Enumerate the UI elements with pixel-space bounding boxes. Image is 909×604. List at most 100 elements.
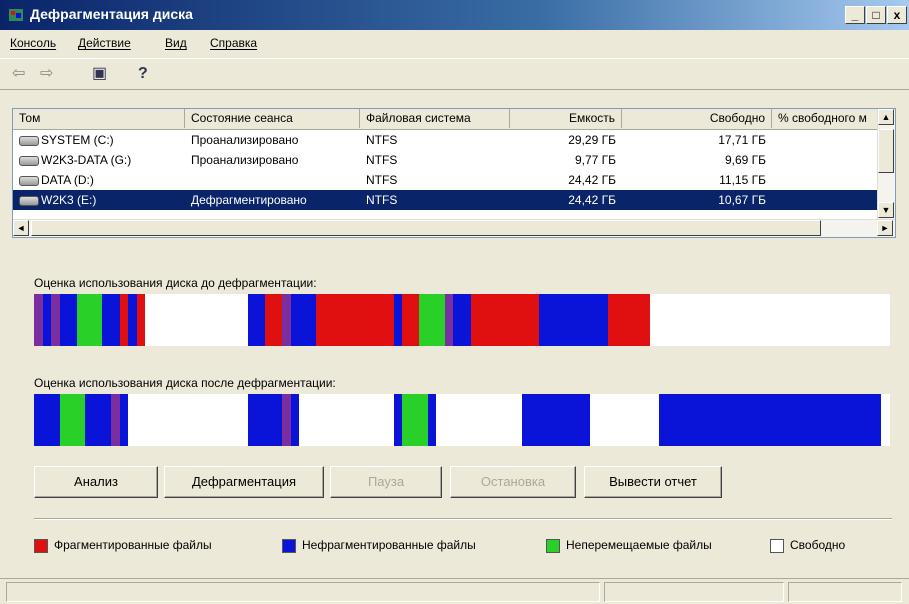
col-free-percent[interactable]: % свободного м xyxy=(772,109,883,128)
hscroll-thumb[interactable] xyxy=(31,220,821,236)
cluster-segment-fragmented xyxy=(402,294,420,346)
scroll-right-icon[interactable]: ► xyxy=(877,220,893,236)
legend-contiguous-label: Нефрагментированные файлы xyxy=(302,538,476,552)
cluster-segment-contiguous xyxy=(539,294,608,346)
view-report-button[interactable]: Вывести отчет xyxy=(584,466,722,498)
volume-list[interactable]: Том Состояние сеанса Файловая система Ем… xyxy=(12,108,896,238)
window-title: Дефрагментация диска xyxy=(30,6,193,22)
status-pane-2 xyxy=(604,582,784,602)
unmovable-swatch xyxy=(546,538,560,553)
free-swatch xyxy=(770,538,784,553)
disk-icon xyxy=(19,175,39,186)
col-state[interactable]: Состояние сеанса xyxy=(185,109,360,128)
volume-capacity: 24,42 ГБ xyxy=(568,173,616,187)
cluster-segment-system xyxy=(111,394,120,446)
cluster-segment-contiguous xyxy=(248,294,266,346)
col-free[interactable]: Свободно xyxy=(622,109,772,128)
legend-unmovable: Неперемещаемые файлы xyxy=(546,538,712,553)
volume-capacity: 24,42 ГБ xyxy=(568,193,616,207)
fragmented-swatch xyxy=(34,538,48,553)
volume-list-header: Том Состояние сеанса Файловая система Ем… xyxy=(13,109,883,130)
cluster-segment-contiguous xyxy=(521,394,591,446)
volume-fs: NTFS xyxy=(366,133,398,147)
defragment-button[interactable]: Дефрагментация xyxy=(164,466,324,498)
divider xyxy=(34,518,892,520)
scroll-down-icon[interactable]: ▼ xyxy=(878,202,894,218)
vertical-scrollbar[interactable]: ▲ ▼ xyxy=(877,109,895,219)
after-label: Оценка использования диска после дефрагм… xyxy=(34,376,336,390)
cluster-segment-fragmented xyxy=(470,294,540,346)
forward-arrow-icon[interactable]: ⇨ xyxy=(40,63,53,85)
menu-action[interactable]: Действие xyxy=(78,36,131,50)
legend-fragmented: Фрагментированные файлы xyxy=(34,538,212,553)
back-arrow-icon[interactable]: ⇦ xyxy=(12,63,25,85)
volume-capacity: 29,29 ГБ xyxy=(568,133,616,147)
scroll-up-icon[interactable]: ▲ xyxy=(878,109,894,125)
cluster-segment-contiguous xyxy=(119,394,129,446)
cluster-segment-contiguous xyxy=(658,394,882,446)
cluster-segment-contiguous xyxy=(85,394,112,446)
cluster-segment-system xyxy=(282,294,291,346)
volume-name: SYSTEM (C:) xyxy=(41,133,114,147)
menu-bar: Консоль Действие Вид Справка xyxy=(0,32,909,54)
col-filesystem[interactable]: Файловая система xyxy=(360,109,510,128)
volume-fs: NTFS xyxy=(366,193,398,207)
before-analysis-display xyxy=(34,294,890,346)
menu-console[interactable]: Консоль xyxy=(10,36,56,50)
scroll-left-icon[interactable]: ◄ xyxy=(13,220,29,236)
show-hide-tree-icon[interactable]: ▣ xyxy=(92,63,107,85)
contiguous-swatch xyxy=(282,538,296,553)
volume-free: 9,69 ГБ xyxy=(724,153,766,167)
volume-row-d[interactable]: DATA (D:) NTFS 24,42 ГБ 11,15 ГБ xyxy=(13,170,883,190)
col-volume[interactable]: Том xyxy=(13,109,185,128)
minimize-button[interactable]: _ xyxy=(845,6,865,24)
cluster-segment-contiguous xyxy=(393,294,403,346)
volume-fs: NTFS xyxy=(366,153,398,167)
cluster-segment-unmovable xyxy=(402,394,428,446)
volume-name: DATA (D:) xyxy=(41,173,94,187)
disk-icon xyxy=(19,195,39,206)
toolbar: ⇦ ⇨ ▣ ? xyxy=(0,58,909,90)
cluster-segment-system xyxy=(282,394,291,446)
cluster-segment-unmovable xyxy=(419,294,445,346)
legend-unmovable-label: Неперемещаемые файлы xyxy=(566,538,712,552)
help-icon[interactable]: ? xyxy=(138,63,148,85)
disk-icon xyxy=(19,155,39,166)
cluster-segment-unmovable xyxy=(59,394,86,446)
cluster-segment-fragmented xyxy=(316,294,394,346)
defrag-app-icon xyxy=(9,9,23,21)
cluster-segment-fragmented xyxy=(136,294,146,346)
volume-fs: NTFS xyxy=(366,173,398,187)
volume-row-c[interactable]: SYSTEM (C:) Проанализировано NTFS 29,29 … xyxy=(13,130,883,150)
after-analysis-display xyxy=(34,394,890,446)
title-bar[interactable]: Дефрагментация диска _ □ x xyxy=(0,0,909,30)
volume-free: 10,67 ГБ xyxy=(718,193,766,207)
cluster-segment-contiguous xyxy=(290,394,300,446)
cluster-segment-fragmented xyxy=(265,294,283,346)
legend-contiguous: Нефрагментированные файлы xyxy=(282,538,476,553)
volume-free: 11,15 ГБ xyxy=(719,173,766,187)
cluster-segment-system xyxy=(34,294,43,346)
menu-view[interactable]: Вид xyxy=(165,36,187,50)
volume-capacity: 9,77 ГБ xyxy=(574,153,616,167)
cluster-segment-contiguous xyxy=(453,294,471,346)
close-button[interactable]: x xyxy=(887,6,907,24)
menu-help[interactable]: Справка xyxy=(210,36,257,50)
maximize-button[interactable]: □ xyxy=(866,6,886,24)
cluster-segment-contiguous xyxy=(427,394,437,446)
pause-button[interactable]: Пауза xyxy=(330,466,442,498)
volume-row-e-selected[interactable]: W2K3 (E:) Дефрагментировано NTFS 24,42 Г… xyxy=(13,190,883,210)
horizontal-scrollbar[interactable]: ◄ ► xyxy=(13,219,895,237)
stop-button[interactable]: Остановка xyxy=(450,466,576,498)
volume-row-g[interactable]: W2K3-DATA (G:) Проанализировано NTFS 9,7… xyxy=(13,150,883,170)
cluster-segment-system xyxy=(444,294,454,346)
scroll-thumb[interactable] xyxy=(878,129,894,173)
col-capacity[interactable]: Емкость xyxy=(510,109,622,128)
analyze-button[interactable]: Анализ xyxy=(34,466,158,498)
status-bar xyxy=(0,578,909,604)
cluster-segment-contiguous xyxy=(34,394,60,446)
cluster-segment-contiguous xyxy=(393,394,403,446)
cluster-segment-system xyxy=(51,294,60,346)
status-pane-3 xyxy=(788,582,902,602)
cluster-segment-unmovable xyxy=(76,294,103,346)
